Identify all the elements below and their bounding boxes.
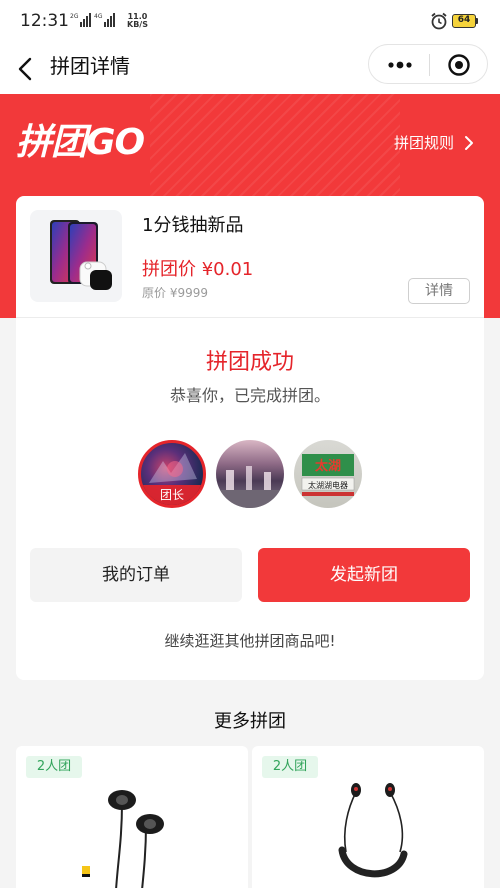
- earphones-image: [82, 790, 164, 888]
- avatar-member-3[interactable]: 太湖 太湖湖电器: [294, 440, 362, 508]
- avatar-3-sign: 太湖湖电器: [308, 480, 348, 490]
- card-divider: [16, 317, 484, 318]
- battery-tip: [476, 18, 478, 24]
- browse-more-text: 继续逛逛其他拼团商品吧!: [164, 632, 336, 650]
- chevron-right-icon: [465, 136, 474, 150]
- alarm-icon: [431, 12, 447, 30]
- group-price: 拼团价 ¥0.01: [142, 259, 254, 280]
- product-image[interactable]: [30, 210, 122, 302]
- close-circle-icon[interactable]: [447, 53, 471, 77]
- avatar-art: [216, 466, 284, 508]
- product-name: 1分钱抽新品: [142, 215, 244, 236]
- original-price: 原价 ¥9999: [142, 286, 208, 300]
- signal-2g-icon: 2G: [70, 13, 92, 27]
- more-groups-title: 更多拼团: [214, 711, 286, 732]
- group-detail-card: 1分钱抽新品 拼团价 ¥0.01 原价 ¥9999 详情 拼团成功 恭喜你，已完…: [16, 196, 484, 680]
- avatar-leader[interactable]: 团长: [138, 440, 206, 508]
- rules-label: 拼团规则: [394, 134, 455, 152]
- network-speed: 11.0 KB/S: [127, 13, 148, 29]
- more-group-card[interactable]: 2人团: [16, 746, 248, 888]
- status-bar: 12:31 2G 4G 11.0 KB/S 64: [0, 0, 500, 44]
- more-dots-icon[interactable]: [385, 55, 415, 75]
- nav-bar: 拼团详情: [0, 44, 500, 94]
- status-time: 12:31: [20, 11, 69, 31]
- signal-4g-label: 4G: [94, 13, 103, 20]
- banner-pattern: [150, 94, 400, 204]
- signal-4g-icon: 4G: [94, 13, 116, 27]
- back-icon[interactable]: [14, 54, 38, 84]
- speed-unit: KB/S: [127, 20, 148, 29]
- neckband-earphones-image: [338, 783, 408, 878]
- page-title: 拼团详情: [50, 54, 130, 78]
- success-subtitle: 恭喜你，已完成拼团。: [169, 386, 330, 405]
- group-size-badge: 2人团: [26, 756, 82, 778]
- svg-text:太湖: 太湖: [314, 458, 341, 474]
- avatar-member-2[interactable]: [216, 440, 284, 508]
- start-new-group-button[interactable]: 发起新团: [258, 548, 470, 602]
- detail-button[interactable]: 详情: [408, 278, 470, 304]
- success-title: 拼团成功: [205, 350, 294, 375]
- leader-tag: 团长: [141, 485, 203, 505]
- group-size-badge: 2人团: [262, 756, 318, 778]
- phone-earbuds-image: [50, 220, 112, 290]
- capsule-divider: [429, 54, 430, 76]
- rules-link[interactable]: 拼团规则: [394, 132, 474, 154]
- avatar-store-sign: 太湖 太湖湖电器: [301, 454, 355, 496]
- my-orders-button[interactable]: 我的订单: [30, 548, 242, 602]
- pintuan-go-logo: 拼团GO: [16, 122, 145, 163]
- signal-2g-label: 2G: [70, 13, 79, 20]
- battery-icon: 64: [452, 14, 476, 28]
- more-group-card[interactable]: 2人团: [252, 746, 484, 888]
- mini-program-capsule: [368, 44, 488, 84]
